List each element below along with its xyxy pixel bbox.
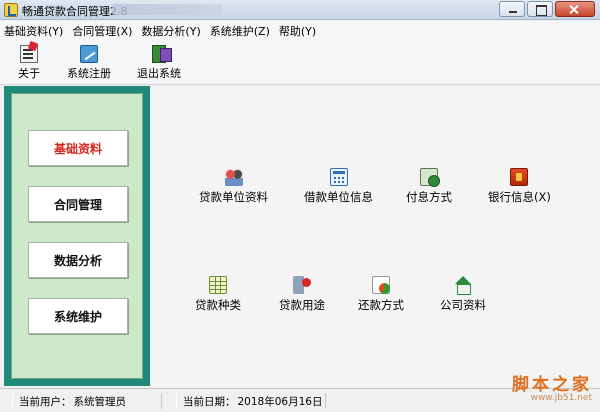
register-icon xyxy=(80,45,98,63)
sidebar-panel: 基础资料 合同管理 数据分析 系统维护 xyxy=(11,93,143,379)
sidebar-item-basic-data[interactable]: 基础资料 xyxy=(28,130,128,166)
title-bar: 畅通贷款合同管理2.8 xyxy=(0,0,600,20)
feature-lender-info[interactable]: 贷款单位资料 xyxy=(199,168,268,205)
menu-system-maintenance[interactable]: 系统维护(Z) xyxy=(210,23,270,39)
repayment-chart-icon xyxy=(372,276,390,294)
info-icon xyxy=(20,45,38,63)
feature-label: 付息方式 xyxy=(406,190,452,204)
feature-borrower-info[interactable]: 借款单位信息 xyxy=(304,168,373,205)
menu-help[interactable]: 帮助(Y) xyxy=(279,23,316,39)
interest-payment-icon xyxy=(420,168,440,187)
sidebar-frame: 基础资料 合同管理 数据分析 系统维护 xyxy=(4,86,150,386)
status-current-date: 当前日期： 2018年06月16日 xyxy=(176,393,326,409)
register-button[interactable]: 系统注册 xyxy=(64,45,114,81)
feature-label: 公司资料 xyxy=(440,298,486,312)
feature-label: 贷款单位资料 xyxy=(199,190,268,204)
watermark-main: 脚本之家 xyxy=(512,375,592,395)
feature-bank-info[interactable]: 银行信息(X) xyxy=(488,168,551,205)
feature-label: 贷款种类 xyxy=(195,298,241,312)
status-bar: 当前用户： 系统管理员 当前日期： 2018年06月16日 xyxy=(0,388,600,412)
feature-label: 银行信息(X) xyxy=(488,190,551,204)
about-label: 关于 xyxy=(18,67,40,80)
company-house-icon xyxy=(454,276,472,295)
status-date-value: 2018年06月16日 xyxy=(237,395,323,408)
feature-label: 贷款用途 xyxy=(279,298,325,312)
exit-door-icon xyxy=(152,45,172,63)
borrower-calendar-icon xyxy=(329,168,348,186)
feature-interest-method[interactable]: 付息方式 xyxy=(406,168,452,205)
main-content: 贷款单位资料 借款单位信息 付息方式 银行信息(X) 贷款种类 贷款用途 还款方… xyxy=(151,86,600,386)
lender-people-icon xyxy=(224,168,243,186)
exit-label: 退出系统 xyxy=(137,67,181,80)
status-date-key: 当前日期： xyxy=(183,395,236,408)
toolbar: 关于 系统注册 退出系统 xyxy=(0,41,600,85)
loan-type-table-icon xyxy=(209,276,227,294)
menu-basic-data[interactable]: 基础资料(Y) xyxy=(4,23,63,39)
feature-loan-type[interactable]: 贷款种类 xyxy=(195,276,241,313)
window-controls xyxy=(497,1,595,17)
feature-company-info[interactable]: 公司资料 xyxy=(440,276,486,313)
feature-label: 借款单位信息 xyxy=(304,190,373,204)
feature-repayment-method[interactable]: 还款方式 xyxy=(358,276,404,313)
minimize-button[interactable] xyxy=(499,1,525,17)
watermark: 脚本之家 www.jb51.net xyxy=(512,370,592,403)
maximize-button[interactable] xyxy=(527,1,553,17)
status-current-user: 当前用户： 系统管理员 xyxy=(12,393,162,409)
feature-loan-purpose[interactable]: 贷款用途 xyxy=(279,276,325,313)
sidebar-item-system-maintenance[interactable]: 系统维护 xyxy=(28,298,128,334)
register-label: 系统注册 xyxy=(67,67,111,80)
exit-button[interactable]: 退出系统 xyxy=(134,45,184,81)
menu-bar: 基础资料(Y) 合同管理(X) 数据分析(Y) 系统维护(Z) 帮助(Y) xyxy=(0,21,600,41)
menu-data-analysis[interactable]: 数据分析(Y) xyxy=(141,23,200,39)
close-button[interactable] xyxy=(555,1,595,17)
menu-contract-management[interactable]: 合同管理(X) xyxy=(72,23,132,39)
title-blurred-area xyxy=(112,4,222,15)
about-button[interactable]: 关于 xyxy=(14,45,44,81)
app-icon xyxy=(4,3,18,17)
feature-label: 还款方式 xyxy=(358,298,404,312)
sidebar-item-data-analysis[interactable]: 数据分析 xyxy=(28,242,128,278)
status-user-value: 系统管理员 xyxy=(73,395,127,408)
bank-book-icon xyxy=(510,168,529,186)
loan-purpose-icon xyxy=(293,276,311,294)
sidebar-item-contract-management[interactable]: 合同管理 xyxy=(28,186,128,222)
status-user-key: 当前用户： xyxy=(19,395,72,408)
